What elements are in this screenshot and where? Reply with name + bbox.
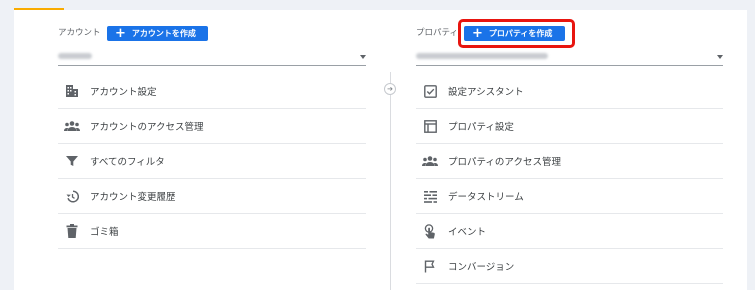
- plus-icon: +: [115, 26, 126, 41]
- account-name-redacted: [58, 53, 92, 59]
- property-name-redacted: [416, 53, 548, 59]
- menu-item-label: アカウントのアクセス管理: [90, 122, 204, 133]
- filter-icon: [64, 153, 80, 169]
- trash-icon: [64, 223, 80, 239]
- highlight-box: [458, 19, 575, 48]
- flag-icon: [422, 258, 438, 274]
- account-selector[interactable]: [58, 48, 366, 66]
- menu-item-label: アカウント変更履歴: [90, 192, 176, 203]
- building-icon: [64, 83, 80, 99]
- menu-item-events[interactable]: イベント: [416, 214, 723, 249]
- menu-item-property-settings[interactable]: プロパティ設定: [416, 109, 723, 144]
- property-section-label: プロパティ: [416, 28, 458, 38]
- history-icon: [64, 188, 80, 204]
- menu-item-property-access[interactable]: プロパティのアクセス管理: [416, 144, 723, 179]
- dropdown-arrow-icon: [717, 55, 723, 59]
- property-menu: 設定アシスタント プロパティ設定 プロパティのアクセス管理 データストリーム イ…: [416, 74, 723, 284]
- menu-item-label: プロパティ設定: [448, 122, 514, 133]
- menu-item-label: イベント: [448, 227, 487, 238]
- menu-item-label: データストリーム: [448, 192, 524, 203]
- menu-item-label: アカウント設定: [90, 87, 157, 98]
- account-section-label: アカウント: [58, 28, 101, 38]
- menu-item-setup-assistant[interactable]: 設定アシスタント: [416, 74, 723, 109]
- property-settings-icon: [422, 118, 438, 134]
- column-divider: [390, 72, 391, 290]
- checkbox-icon: [422, 83, 438, 99]
- menu-item-account-history[interactable]: アカウント変更履歴: [58, 179, 366, 214]
- data-stream-icon: [422, 188, 438, 204]
- dropdown-arrow-icon: [360, 55, 366, 59]
- menu-item-data-streams[interactable]: データストリーム: [416, 179, 723, 214]
- touch-icon: [422, 223, 438, 239]
- menu-item-label: すべてのフィルタ: [90, 157, 165, 168]
- menu-item-label: プロパティのアクセス管理: [448, 157, 561, 168]
- menu-item-all-filters[interactable]: すべてのフィルタ: [58, 144, 366, 179]
- create-account-button[interactable]: + アカウントを作成: [107, 26, 208, 41]
- menu-item-label: ゴミ箱: [90, 227, 119, 238]
- menu-item-account-access[interactable]: アカウントのアクセス管理: [58, 109, 366, 144]
- people-icon: [422, 153, 438, 169]
- create-account-label: アカウントを作成: [131, 29, 196, 38]
- property-selector[interactable]: [416, 48, 723, 66]
- arrow-right-icon: ➔: [384, 83, 396, 95]
- menu-item-account-settings[interactable]: アカウント設定: [58, 74, 366, 109]
- menu-item-label: 設定アシスタント: [448, 87, 524, 98]
- account-menu: アカウント設定 アカウントのアクセス管理 すべてのフィルタ アカウント変更履歴 …: [58, 74, 366, 249]
- menu-item-trash[interactable]: ゴミ箱: [58, 214, 366, 249]
- people-icon: [64, 118, 80, 134]
- menu-item-conversions[interactable]: コンバージョン: [416, 249, 723, 284]
- menu-item-label: コンバージョン: [448, 262, 515, 273]
